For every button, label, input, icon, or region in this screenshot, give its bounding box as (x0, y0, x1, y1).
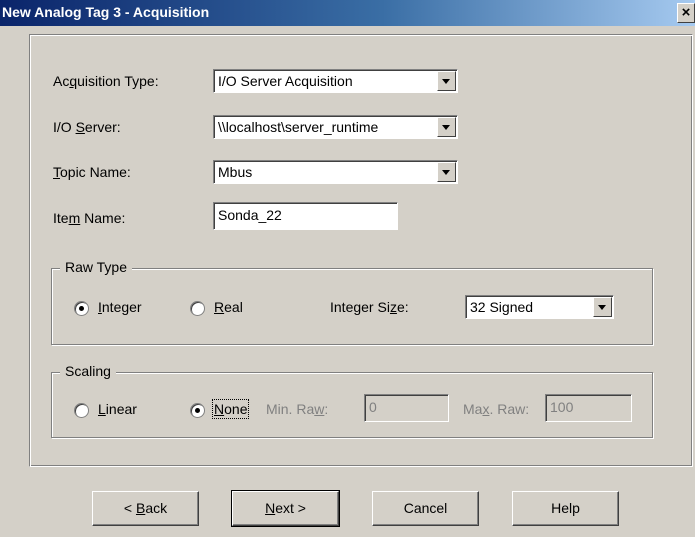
min-raw-input[interactable]: 0 (364, 394, 449, 422)
none-label[interactable]: None (211, 399, 250, 419)
integer-label[interactable]: Integer (98, 299, 142, 315)
chevron-down-icon[interactable] (437, 71, 456, 91)
min-raw-label: Min. Raw: (266, 401, 329, 417)
close-icon[interactable]: × (677, 3, 695, 23)
io-server-label: I/O Server: (53, 119, 121, 135)
linear-radio[interactable] (74, 403, 89, 418)
io-server-select[interactable]: \\localhost\server_runtime (213, 115, 458, 139)
topic-name-label: Topic Name: (53, 164, 131, 180)
title-bar: New Analog Tag 3 - Acquisition × (0, 0, 695, 26)
cancel-button[interactable]: Cancel (372, 491, 479, 526)
max-raw-input[interactable]: 100 (545, 394, 632, 422)
item-name-label: Item Name: (53, 210, 126, 226)
none-radio[interactable] (190, 403, 205, 418)
help-button[interactable]: Help (512, 491, 619, 526)
chevron-down-icon[interactable] (437, 162, 456, 182)
raw-type-legend: Raw Type (60, 259, 132, 275)
max-raw-label: Max. Raw: (463, 401, 530, 417)
acquisition-type-select[interactable]: I/O Server Acquisition (213, 69, 458, 93)
integer-radio[interactable] (74, 301, 89, 316)
linear-label[interactable]: Linear (98, 401, 137, 417)
real-radio[interactable] (190, 301, 205, 316)
real-label[interactable]: Real (214, 299, 243, 315)
window-title: New Analog Tag 3 - Acquisition (2, 4, 210, 20)
back-button[interactable]: < Back (92, 491, 199, 526)
acquisition-type-label: Acquisition Type: (53, 73, 159, 89)
integer-size-label: Integer Size: (330, 299, 409, 315)
chevron-down-icon[interactable] (593, 297, 612, 317)
integer-size-select[interactable]: 32 Signed (465, 295, 614, 319)
topic-name-select[interactable]: Mbus (213, 160, 458, 184)
scaling-legend: Scaling (60, 363, 116, 379)
item-name-input[interactable]: Sonda_22 (213, 202, 398, 230)
next-button[interactable]: Next > (231, 490, 340, 527)
chevron-down-icon[interactable] (437, 117, 456, 137)
